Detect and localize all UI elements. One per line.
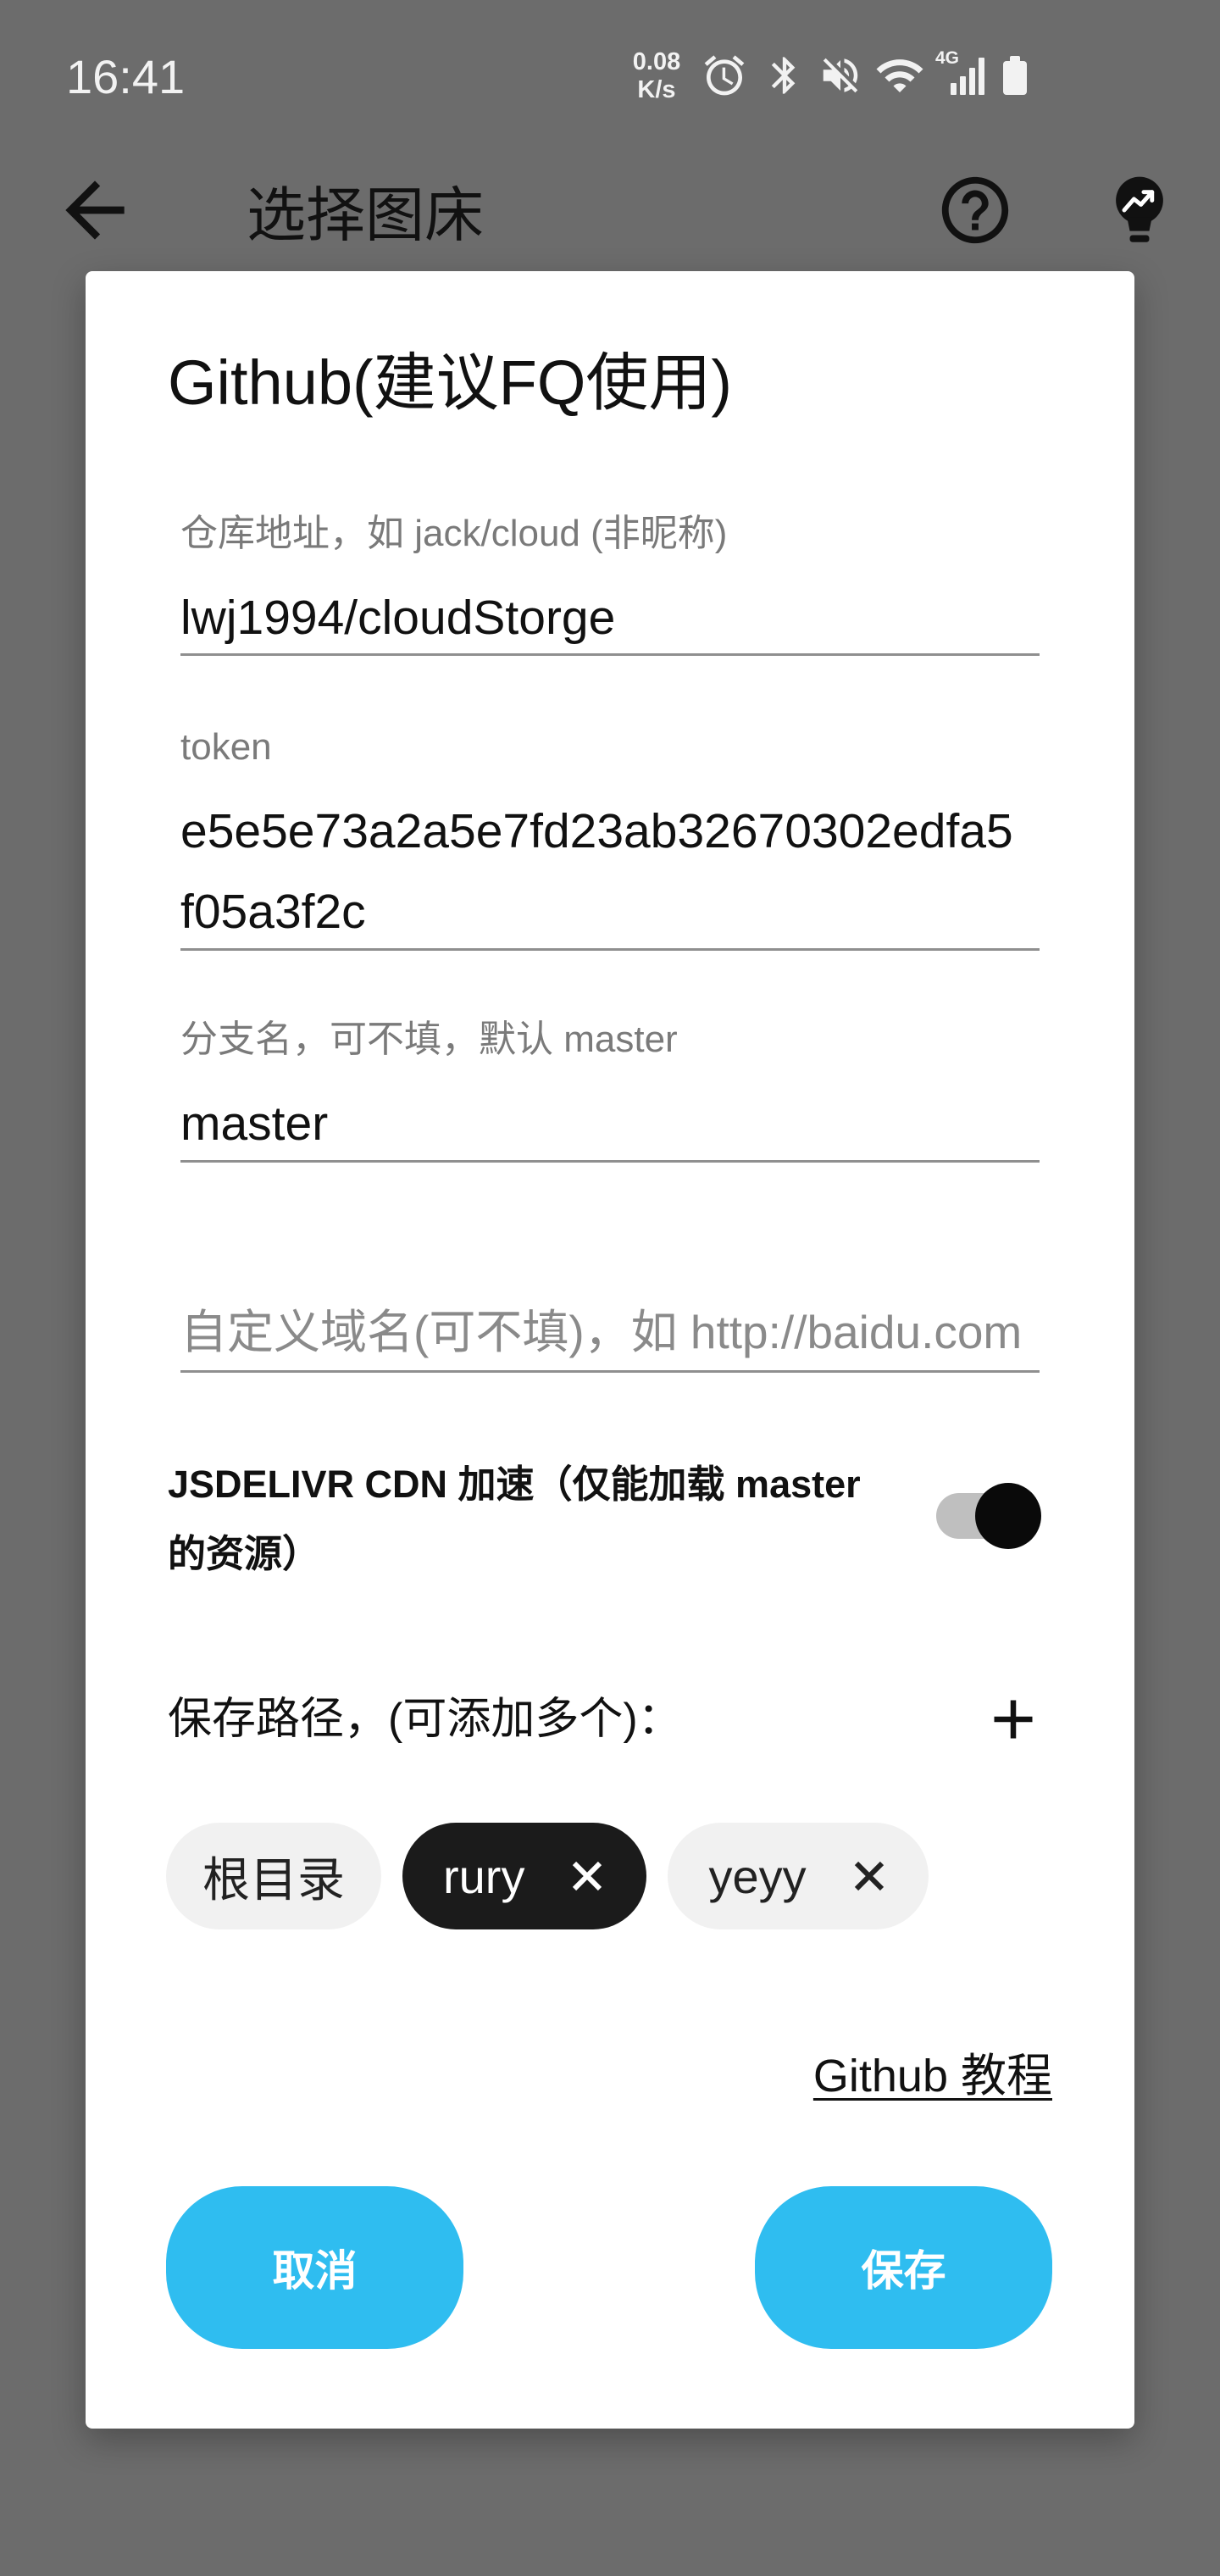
cancel-button[interactable]: 取消 xyxy=(166,2186,463,2349)
close-icon[interactable] xyxy=(849,1856,890,1896)
cdn-toggle-thumb[interactable] xyxy=(975,1483,1041,1549)
path-chip-rury[interactable]: rury xyxy=(402,1823,647,1929)
dialog-title: Github(建议FQ使用) xyxy=(168,347,733,418)
branch-input[interactable]: master xyxy=(180,1093,1040,1154)
repo-input-underline xyxy=(180,653,1040,656)
github-tutorial-link[interactable]: Github 教程 xyxy=(813,2046,1052,2107)
plus-icon[interactable] xyxy=(988,1694,1039,1745)
custom-domain-input-underline xyxy=(180,1370,1040,1373)
battery-body xyxy=(1003,61,1027,95)
alarm-icon xyxy=(704,55,745,96)
cdn-toggle[interactable] xyxy=(936,1483,1041,1549)
path-chip-label: yeyy xyxy=(708,1849,807,1903)
back-arrow-icon[interactable] xyxy=(51,166,139,254)
branch-field-label: 分支名，可不填，默认 master xyxy=(180,1019,678,1060)
save-button[interactable]: 保存 xyxy=(755,2186,1052,2349)
save-path-chips: 根目录 rury yeyy xyxy=(166,1823,929,1929)
save-button-label: 保存 xyxy=(861,2247,946,2295)
status-bar: 16:41 0.08 K/s 4G xyxy=(0,0,1220,144)
token-field-label: token xyxy=(180,726,272,768)
custom-domain-placeholder: 自定义域名(可不填)，如 http://baidu.com xyxy=(180,1306,1023,1358)
network-speed: 0.08 K/s xyxy=(625,48,688,104)
repo-field-label: 仓库地址，如 jack/cloud (非昵称) xyxy=(180,513,728,554)
image-host-dialog: Github(建议FQ使用) 仓库地址，如 jack/cloud (非昵称) l… xyxy=(86,271,1134,2429)
wifi-icon xyxy=(876,59,923,92)
page-title: 选择图床 xyxy=(247,182,484,248)
signal-icon xyxy=(951,58,984,95)
token-input-underline xyxy=(180,948,1040,951)
cancel-button-label: 取消 xyxy=(272,2247,358,2295)
status-time: 16:41 xyxy=(66,50,186,103)
path-chip-yeyy[interactable]: yeyy xyxy=(668,1823,929,1929)
cdn-toggle-label: JSDELIVR CDN 加速（仅能加载 master 的资源） xyxy=(168,1463,861,1575)
network-speed-value: 0.08 xyxy=(632,48,681,75)
path-chip-label: rury xyxy=(443,1849,525,1903)
help-icon[interactable] xyxy=(935,170,1015,250)
custom-domain-input[interactable]: 自定义域名(可不填)，如 http://baidu.com xyxy=(180,1302,1040,1363)
close-icon[interactable] xyxy=(567,1856,607,1896)
save-paths-title: 保存路径，(可添加多个)： xyxy=(168,1695,682,1744)
network-speed-unit: K/s xyxy=(637,76,676,103)
lightbulb-icon[interactable] xyxy=(1112,175,1167,245)
branch-input-underline xyxy=(180,1160,1040,1163)
repo-input[interactable]: lwj1994/cloudStorge xyxy=(180,587,1040,648)
token-input[interactable]: e5e5e73a2a5e7fd23ab32670302edfa5f05a3f2c xyxy=(180,791,1019,952)
bluetooth-icon xyxy=(771,57,796,94)
mute-icon xyxy=(823,58,858,93)
path-chip-root[interactable]: 根目录 xyxy=(166,1823,381,1929)
path-chip-label: 根目录 xyxy=(202,1852,345,1907)
